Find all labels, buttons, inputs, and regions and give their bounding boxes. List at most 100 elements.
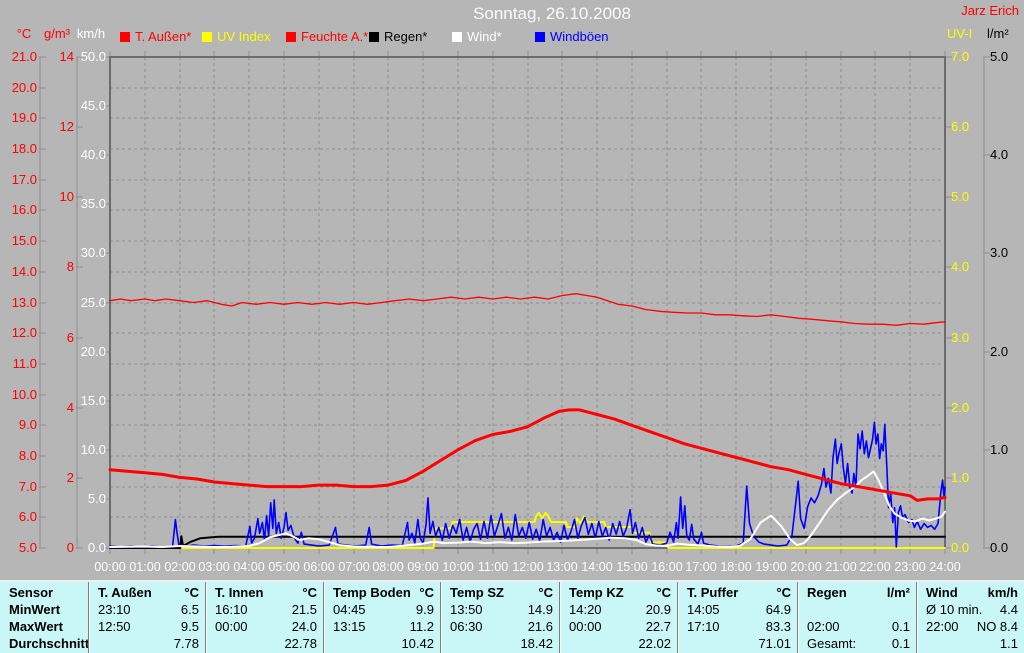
table-cell-avg: Gesamt: 0.1 [807, 636, 910, 651]
table-col-regen: Regen l/m² 02:00 0.1 Gesamt: 0.1 [797, 582, 916, 653]
legend-item-uv-index: UV Index [202, 29, 270, 44]
svg-text:22:00: 22:00 [859, 560, 890, 574]
table-col-temp-sz: Temp SZ °C 13:50 14.9 06:30 21.6 18.42 [440, 582, 559, 653]
chart-legend: T. Außen* UV Index Feuchte A.* Regen* Wind* W… [0, 0, 1024, 50]
svg-text:10.0: 10.0 [81, 442, 106, 457]
svg-text:03:00: 03:00 [198, 560, 229, 574]
svg-text:19.0: 19.0 [12, 110, 37, 125]
table-col-header: T. Außen °C [98, 585, 199, 600]
legend-swatch-uv-index [202, 31, 212, 42]
table-col-wind: Wind km/h Ø 10 min. 4.4 22:00 NO 8.4 1.1 [916, 582, 1024, 653]
legend-swatch-windboeen [535, 31, 545, 42]
table-cell-avg: 22.78 [284, 636, 317, 651]
table-cell-avg: 71.01 [758, 636, 791, 651]
legend-swatch-wind [452, 31, 462, 42]
table-cell-max: 06:30 21.6 [450, 619, 553, 634]
svg-text:16.0: 16.0 [12, 202, 37, 217]
svg-text:4.0: 4.0 [990, 147, 1008, 162]
svg-text:25.0: 25.0 [81, 295, 106, 310]
svg-text:1.0: 1.0 [990, 442, 1008, 457]
svg-text:0.0: 0.0 [990, 540, 1008, 555]
svg-text:12:00: 12:00 [512, 560, 543, 574]
table-col-header: T. Puffer °C [687, 585, 791, 600]
svg-text:17:00: 17:00 [685, 560, 716, 574]
table-cell-max: 00:00 22.7 [569, 619, 671, 634]
legend-label-uv-index: UV Index [217, 29, 271, 44]
table-cell-min: 13:50 14.9 [450, 602, 553, 617]
table-col-header: Temp KZ °C [569, 585, 671, 600]
table-cell-avg: 22.02 [638, 636, 671, 651]
table-cell-min: 04:45 9.9 [333, 602, 434, 617]
svg-text:07:00: 07:00 [338, 560, 369, 574]
legend-item-feuchte-a: Feuchte A.* [286, 29, 368, 44]
weather-chart: 5.0 6.0 7.0 8.0 9.0 10.0 11.0 12.0 13.0 14.0 15.0 1… [12, 26, 1010, 574]
svg-text:21.0: 21.0 [12, 49, 37, 64]
svg-text:23:00: 23:00 [894, 560, 925, 574]
table-col-header: Wind km/h [926, 585, 1018, 600]
svg-text:2.0: 2.0 [990, 344, 1008, 359]
table-cell-max: 17:10 83.3 [687, 619, 791, 634]
svg-text:1.0: 1.0 [951, 470, 969, 485]
svg-text:11.0: 11.0 [13, 356, 37, 371]
svg-text:0: 0 [67, 540, 74, 555]
table-col-t-au-en: T. Außen °C 23:10 6.5 12:50 9.5 7.78 [88, 582, 205, 653]
svg-text:3.0: 3.0 [990, 245, 1008, 260]
stats-table: Sensor MinWert MaxWert Durchschnitt T. Außen… [0, 580, 1024, 653]
svg-text:08:00: 08:00 [372, 560, 403, 574]
legend-item-windboeen: Windböen [535, 29, 609, 44]
table-col-header: Regen l/m² [807, 585, 910, 600]
table-cell-min: 14:05 64.9 [687, 602, 791, 617]
svg-text:17.0: 17.0 [12, 172, 37, 187]
table-row-label: Durchschnitt [9, 636, 88, 651]
svg-text:2: 2 [67, 470, 74, 485]
svg-text:04:00: 04:00 [233, 560, 264, 574]
svg-text:15.0: 15.0 [81, 393, 106, 408]
svg-text:5.0: 5.0 [951, 189, 969, 204]
svg-text:15.0: 15.0 [12, 233, 37, 248]
svg-text:14: 14 [60, 49, 74, 64]
svg-text:4: 4 [67, 400, 74, 415]
svg-text:5.0: 5.0 [88, 491, 106, 506]
table-row-label: MinWert [9, 602, 61, 617]
svg-text:12.0: 12.0 [12, 325, 37, 340]
svg-text:35.0: 35.0 [81, 196, 106, 211]
table-cell-avg: 18.42 [520, 636, 553, 651]
table-cell-min: Ø 10 min. 4.4 [926, 602, 1018, 617]
svg-text:06:00: 06:00 [303, 560, 334, 574]
table-col-temp-kz: Temp KZ °C 14:20 20.9 00:00 22.7 22.02 [559, 582, 677, 653]
legend-label-regen: Regen* [384, 29, 428, 44]
table-cell-min [798, 601, 916, 618]
table-cell-avg: 1.1 [999, 636, 1018, 651]
table-cell-min: 23:10 6.5 [98, 602, 199, 617]
svg-text:19:00: 19:00 [755, 560, 786, 574]
svg-text:20:00: 20:00 [790, 560, 821, 574]
svg-text:05:00: 05:00 [268, 560, 299, 574]
svg-text:3.0: 3.0 [951, 330, 969, 345]
svg-text:9.0: 9.0 [19, 417, 37, 432]
y-axis-temp: 5.0 6.0 7.0 8.0 9.0 10.0 11.0 12.0 13.0 14.0 15.0 1… [12, 26, 46, 555]
svg-text:09:00: 09:00 [407, 560, 438, 574]
legend-label-t-aussen: T. Außen* [135, 29, 192, 44]
table-col-header: Temp Boden °C [333, 585, 434, 600]
svg-text:14:00: 14:00 [581, 560, 612, 574]
table-cell-min: 14:20 20.9 [569, 602, 671, 617]
svg-text:00:00: 00:00 [94, 560, 125, 574]
svg-text:14.0: 14.0 [12, 264, 37, 279]
table-col-header: T. Innen °C [215, 585, 317, 600]
table-cell-max: 13:15 11.2 [333, 619, 434, 634]
svg-text:8.0: 8.0 [19, 448, 37, 463]
table-cell-min: 16:10 21.5 [215, 602, 317, 617]
svg-text:0.0: 0.0 [951, 540, 969, 555]
y-axis-rain: 0.01.02.03.04.05.0l/m² [983, 26, 1009, 555]
svg-text:01:00: 01:00 [129, 560, 160, 574]
svg-text:6.0: 6.0 [951, 119, 969, 134]
table-col-t-innen: T. Innen °C 16:10 21.5 00:00 24.0 22.78 [205, 582, 323, 653]
table-row-label: MaxWert [9, 619, 63, 634]
legend-label-windboeen: Windböen [550, 29, 609, 44]
table-cell-avg: 7.78 [173, 636, 199, 651]
y-axis-wind: 0.0 5.0 10.0 15.0 20.0 25.0 30.0 35.0 40.0 45.0 50… [77, 26, 110, 555]
svg-text:50.0: 50.0 [81, 49, 106, 64]
svg-text:5.0: 5.0 [19, 540, 37, 555]
svg-text:15:00: 15:00 [616, 560, 647, 574]
legend-item-t-aussen: T. Außen* [120, 29, 191, 44]
